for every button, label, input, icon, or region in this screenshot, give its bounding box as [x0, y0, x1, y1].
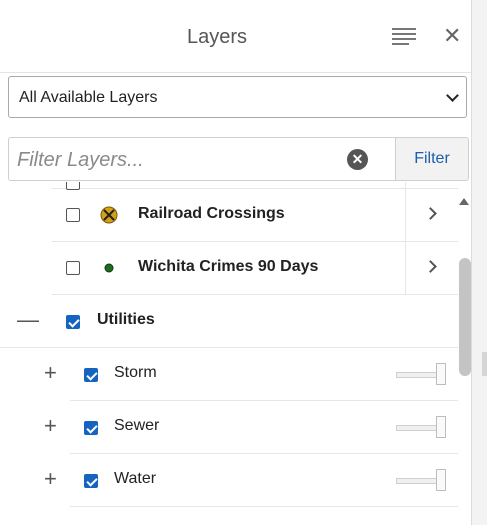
layer-label: Railroad Crossings [138, 205, 285, 222]
sublayer-label: Sewer [114, 417, 160, 434]
layer-row-wichita-crimes[interactable]: Wichita Crimes 90 Days [52, 242, 458, 295]
filter-input[interactable]: Filter Layers... ✕ [8, 137, 395, 181]
filter-placeholder: Filter Layers... [17, 149, 144, 171]
slider-handle[interactable] [436, 363, 446, 385]
slider-handle[interactable] [436, 469, 446, 491]
sublayer-checkbox[interactable] [84, 474, 98, 488]
layer-details-button[interactable] [405, 242, 458, 294]
layer-checkbox[interactable] [66, 261, 80, 275]
group-label: Utilities [97, 311, 155, 328]
sublayer-label: Storm [114, 364, 157, 381]
layer-row-railroad-crossings[interactable]: Railroad Crossings [52, 189, 458, 242]
layer-list: Railroad Crossings Wichita Crimes 90 Day… [0, 182, 458, 525]
dot-marker-icon [104, 263, 114, 273]
layer-group-utilities[interactable]: — Utilities [0, 295, 458, 348]
clear-filter-icon[interactable]: ✕ [347, 149, 368, 170]
filter-row: Filter Layers... ✕ Filter [8, 137, 469, 181]
sublayer-checkbox[interactable] [84, 368, 98, 382]
list-item [52, 182, 458, 190]
chevron-down-icon [446, 89, 459, 102]
chevron-right-icon [424, 207, 437, 220]
chevron-right-icon [424, 260, 437, 273]
layer-label: Wichita Crimes 90 Days [138, 258, 319, 275]
expand-icon[interactable]: + [44, 468, 57, 490]
expand-icon[interactable]: + [44, 415, 57, 437]
hamburger-menu-icon[interactable] [392, 28, 416, 45]
railroad-crossing-icon [100, 206, 118, 224]
close-icon[interactable]: ✕ [443, 24, 461, 48]
opacity-slider[interactable] [396, 416, 450, 438]
collapse-icon[interactable]: — [17, 309, 39, 331]
layer-checkbox[interactable] [66, 208, 80, 222]
scrollbar-thumb[interactable] [459, 258, 471, 376]
opacity-slider[interactable] [396, 363, 450, 385]
opacity-slider[interactable] [396, 469, 450, 491]
sublayer-row-sewer[interactable]: + Sewer [44, 401, 458, 454]
group-checkbox[interactable] [66, 315, 80, 329]
panel-header: Layers ✕ [0, 0, 471, 73]
filter-button[interactable]: Filter [395, 137, 469, 181]
slider-handle[interactable] [436, 416, 446, 438]
panel-title: Layers [186, 26, 248, 48]
scroll-up-icon[interactable] [459, 198, 469, 205]
sublayer-row-storm[interactable]: + Storm [44, 348, 458, 401]
expand-icon[interactable]: + [44, 362, 57, 384]
map-edge [471, 0, 487, 525]
sublayer-checkbox[interactable] [84, 421, 98, 435]
layer-scope-value: All Available Layers [19, 89, 158, 106]
sublayer-label: Water [114, 470, 157, 487]
layer-scope-select[interactable]: All Available Layers [8, 76, 467, 118]
layer-details-button[interactable] [405, 189, 458, 241]
sublayer-row-water[interactable]: + Water [44, 454, 458, 507]
